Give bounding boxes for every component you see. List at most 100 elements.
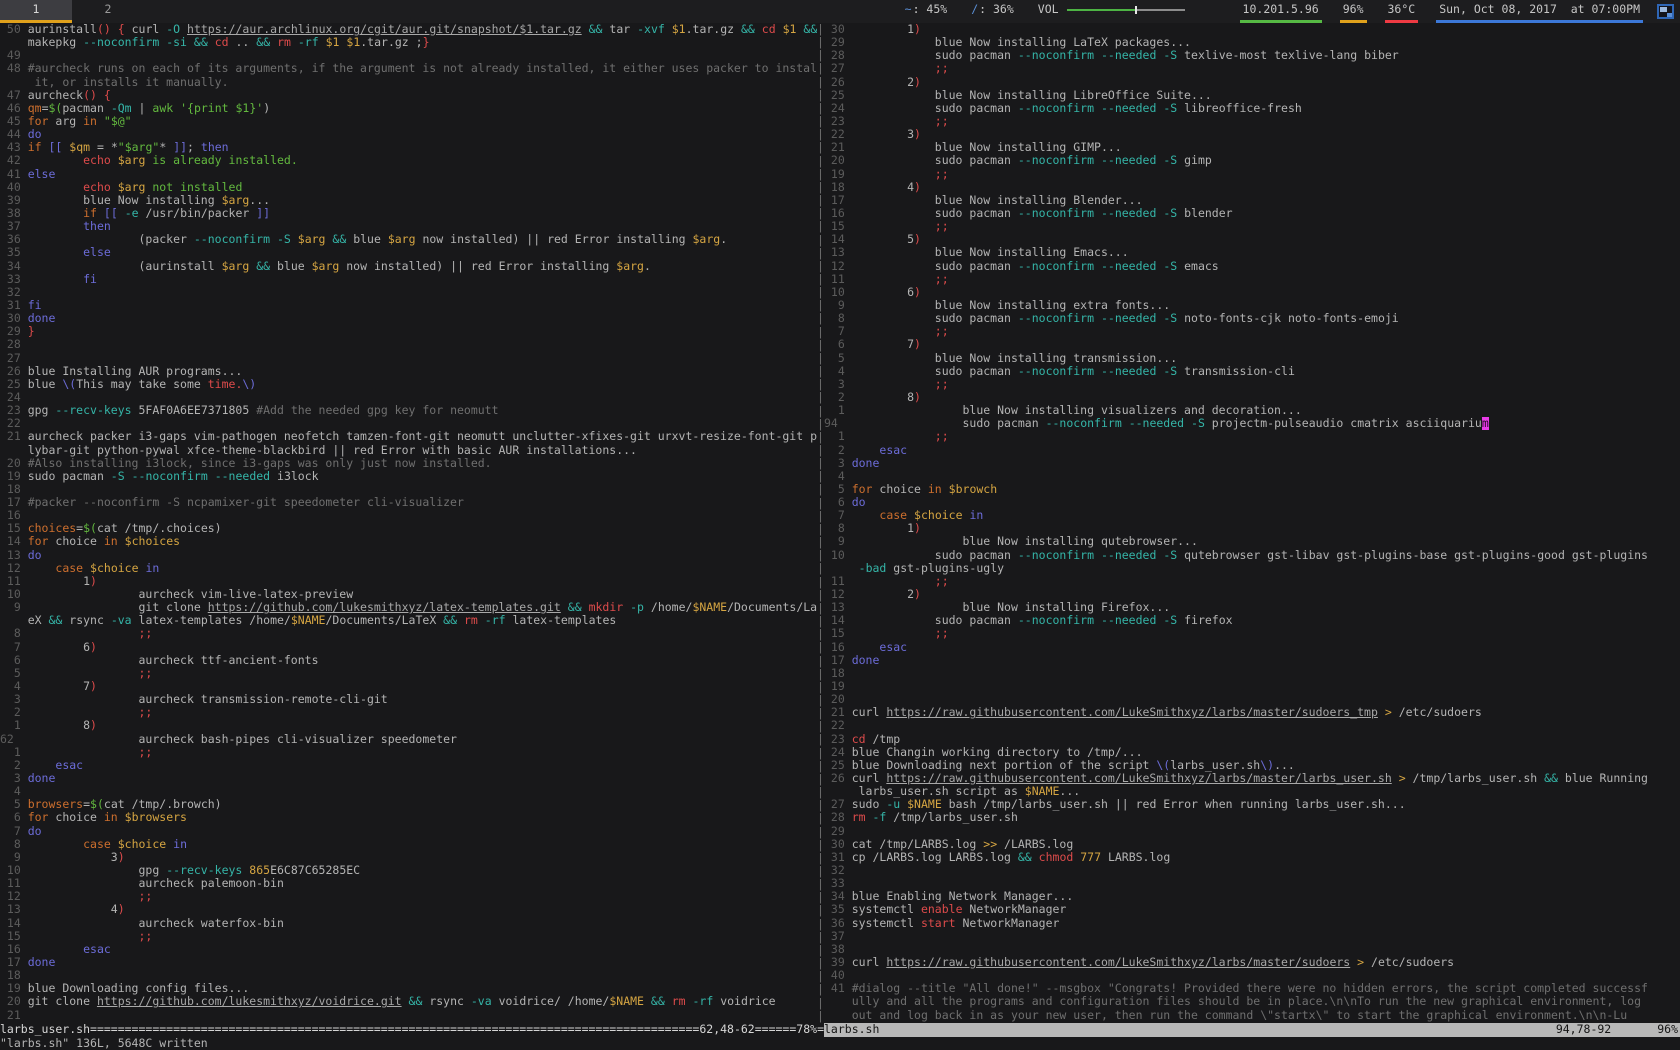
line-number: 30 [824,838,852,851]
code-text: blue Downloading next portion of the scr… [852,759,1295,772]
line-number: 7 [0,825,28,838]
line-number: 21 [0,1009,28,1022]
line-number: 5 [824,483,852,496]
line-number: 17 [824,654,852,667]
code-row: 2 esac [824,444,1680,457]
line-number: 34 [824,890,852,903]
root-usage-icon: / [971,3,978,16]
code-text: larbs_user.sh script as $NAME... [852,785,1081,798]
code-text: ;; [28,667,153,680]
vim-left-window[interactable]: 50 aurinstall() { curl -O https://aur.ar… [0,23,817,1023]
line-number: 13 [824,601,852,614]
code-text: 7) [28,680,97,693]
code-text: do [28,825,42,838]
code-row: 7 6) [0,641,817,654]
line-number [824,785,852,798]
code-text: 6) [28,641,97,654]
code-text: ;; [28,930,153,943]
code-text: ;; [28,706,153,719]
line-number: 48 [0,62,28,75]
code-row: 31 fi [0,299,817,312]
code-text: blue Now installing LibreOffice Suite... [852,89,1212,102]
line-number: 41 [824,982,852,995]
code-row: 5 ;; [0,667,817,680]
systray-monitor-icon[interactable] [1657,4,1674,19]
volume-slider-fill [1067,9,1135,11]
line-number: 10 [0,864,28,877]
statusline-left-inactive[interactable]: larbs_user.sh===========================… [0,1023,824,1037]
line-number: 30 [0,312,28,325]
code-text: case $choice in [852,509,984,522]
code-row: 6 do [824,496,1680,509]
code-text: sudo pacman --noconfirm --needed -S qute… [852,549,1648,562]
line-number: 24 [824,102,852,115]
code-row: 21 curl https://raw.githubusercontent.co… [824,706,1680,719]
code-text: ;; [852,378,949,391]
code-text: fi [28,273,97,286]
line-number: 15 [0,522,28,535]
code-row: 38 [824,943,1680,956]
code-row: 19 blue Downloading config files... [0,982,817,995]
code-text: it, or installs it manually. [28,76,229,89]
right-filename: larbs.sh [824,1023,879,1037]
code-row: 15 ;; [824,627,1680,640]
code-text: aurcheck waterfox-bin [28,917,284,930]
code-row: 16 [0,509,817,522]
code-text: esac [28,759,83,772]
workspace-tab-2[interactable]: 2 [72,0,144,23]
statusline-right-active[interactable]: larbs.sh94,78-9296% [824,1023,1680,1037]
code-row: 14 5) [824,233,1680,246]
code-row: 16 esac [0,943,817,956]
code-row: 11 ;; [824,273,1680,286]
code-row: 28 [0,338,817,351]
code-text: 8) [28,719,97,732]
code-text: 3) [852,128,921,141]
system-tray[interactable] [1657,0,1674,23]
code-row: 11 aurcheck palemoon-bin [0,877,817,890]
code-row: 20 #Also installing i3lock, since i3-gap… [0,457,817,470]
code-text: -bad gst-plugins-ugly [852,562,1004,575]
vim-right-window[interactable]: 30 1) 29 blue Now installing LaTeX packa… [824,23,1680,1023]
line-number: 8 [0,627,28,640]
root-usage-text: : 36% [979,3,1014,16]
code-row: 41 else [0,168,817,181]
code-row: 4 [824,470,1680,483]
code-text: else [28,246,111,259]
volume-slider-knob[interactable] [1135,6,1137,14]
line-number: 38 [0,207,28,220]
code-text: ;; [852,627,949,640]
code-text: sudo pacman --noconfirm --needed -S blen… [852,207,1233,220]
code-text: blue Now installing Blender... [852,194,1143,207]
code-text: blue Now installing Firefox... [852,601,1171,614]
code-row: it, or installs it manually. [0,76,817,89]
code-text: sudo -u $NAME bash /tmp/larbs_user.sh ||… [852,798,1406,811]
code-row: 33 [824,877,1680,890]
line-number: 21 [824,141,852,154]
code-row: 39 blue Now installing $arg... [0,194,817,207]
code-row: 12 case $choice in [0,562,817,575]
line-number: 46 [0,102,28,115]
code-row: 48 #aurcheck runs on each of its argumen… [0,62,817,75]
window-separator[interactable]: | | | | | | | | | | | | | | | | | | | | … [817,23,824,1023]
code-text: curl https://raw.githubusercontent.com/L… [852,706,1482,719]
code-row: 26 curl https://raw.githubusercontent.co… [824,772,1680,785]
code-text: 1) [28,575,97,588]
code-text: 4) [28,903,125,916]
volume-module[interactable]: VOL [1035,0,1188,23]
code-text: systemctl start NetworkManager [852,917,1060,930]
line-number: 25 [0,378,28,391]
line-number: 15 [0,930,28,943]
code-text: blue Now installing transmission... [852,352,1177,365]
code-row: 27 [0,352,817,365]
line-number: 10 [0,588,28,601]
right-scroll-percent: 96% [1657,1023,1678,1037]
code-text: cd /tmp [852,733,900,746]
volume-slider[interactable] [1067,9,1185,11]
code-row: 62 aurcheck bash-pipes cli-visualizer sp… [0,733,817,746]
code-row: 6 for choice in $browsers [0,811,817,824]
code-text: blue Now installing $arg... [28,194,270,207]
line-number: 26 [0,365,28,378]
workspace-tab-1[interactable]: 1 [0,0,72,23]
line-number: 32 [0,286,28,299]
code-row: 36 (packer --noconfirm -S $arg && blue $… [0,233,817,246]
